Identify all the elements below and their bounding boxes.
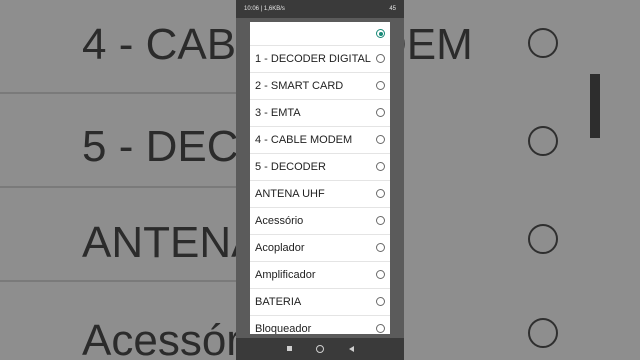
option-label: Acoplador — [255, 242, 305, 254]
bg-row-label: 4 - CABLE MODEM — [404, 20, 473, 69]
bg-row: 4 - CABLE MODEM — [0, 0, 236, 94]
bg-row: 5 - DECODER — [0, 94, 236, 188]
radio-unselected-icon[interactable] — [376, 324, 385, 333]
bg-radio-icon — [528, 28, 558, 58]
option-label: BATERIA — [255, 296, 302, 308]
option-label: Bloqueador — [255, 323, 312, 334]
option-label: 2 - SMART CARD — [255, 80, 344, 92]
bg-row: ANTENA UHF — [0, 188, 236, 282]
radio-unselected-icon[interactable] — [376, 189, 385, 198]
option-item[interactable]: 3 - EMTA — [250, 100, 390, 127]
option-item[interactable]: Amplificador — [250, 262, 390, 289]
background-right: 4 - CABLE MODEM 5 - DECODER — [404, 0, 640, 360]
radio-unselected-icon[interactable] — [376, 54, 385, 63]
option-item[interactable]: 4 - CABLE MODEM — [250, 127, 390, 154]
bg-radio-icon — [528, 224, 558, 254]
bg-radio-icon — [528, 126, 558, 156]
select-dialog: 1 - DECODER DIGITAL 2 - SMART CARD 3 - EMT… — [250, 22, 390, 334]
bg-row-label: Acessório — [82, 316, 236, 360]
radio-unselected-icon[interactable] — [376, 81, 385, 90]
option-item[interactable]: Acessório — [250, 208, 390, 235]
navigation-bar — [236, 338, 404, 360]
option-item[interactable] — [250, 22, 390, 46]
option-label: 5 - DECODER — [255, 161, 326, 173]
home-icon[interactable] — [314, 343, 326, 355]
bg-row-label: 4 - CABLE MODEM — [82, 20, 236, 69]
radio-unselected-icon[interactable] — [376, 270, 385, 279]
bg-radio-icon — [528, 318, 558, 348]
back-icon[interactable] — [346, 343, 358, 355]
radio-selected-icon[interactable] — [376, 29, 385, 38]
option-label: Acessório — [255, 215, 304, 227]
option-item[interactable]: 2 - SMART CARD — [250, 73, 390, 100]
option-item[interactable]: 5 - DECODER — [250, 154, 390, 181]
status-bar: 10:06 | 1,6KB/s 45 — [236, 0, 404, 18]
option-label: 3 - EMTA — [255, 107, 301, 119]
recent-apps-icon[interactable] — [284, 343, 296, 355]
radio-unselected-icon[interactable] — [376, 243, 385, 252]
radio-unselected-icon[interactable] — [376, 216, 385, 225]
radio-unselected-icon[interactable] — [376, 297, 385, 306]
option-item[interactable]: 1 - DECODER DIGITAL — [250, 46, 390, 73]
bg-row-label: ANTENA UHF — [82, 218, 236, 267]
status-time: 10:06 | 1,6KB/s — [244, 6, 285, 12]
bg-row-label: 5 - DECODER — [82, 122, 236, 171]
option-item[interactable]: Acoplador — [250, 235, 390, 262]
radio-unselected-icon[interactable] — [376, 135, 385, 144]
option-label: 4 - CABLE MODEM — [255, 134, 353, 146]
option-item[interactable]: BATERIA — [250, 289, 390, 316]
battery-level: 45 — [389, 6, 396, 12]
bg-row: Acessório — [0, 282, 236, 360]
option-label: ANTENA UHF — [255, 188, 325, 200]
radio-unselected-icon[interactable] — [376, 162, 385, 171]
option-label: 1 - DECODER DIGITAL — [255, 53, 371, 65]
bg-accent-bar — [590, 74, 600, 138]
option-label: Amplificador — [255, 269, 316, 281]
option-item[interactable]: ANTENA UHF — [250, 181, 390, 208]
background-left: 4 - CABLE MODEM 5 - DECODER ANTENA UHF A… — [0, 0, 236, 360]
phone-screen: 10:06 | 1,6KB/s 45 1 - DECODER DIGITAL 2 … — [236, 0, 404, 360]
radio-unselected-icon[interactable] — [376, 108, 385, 117]
option-item[interactable]: Bloqueador — [250, 316, 390, 334]
